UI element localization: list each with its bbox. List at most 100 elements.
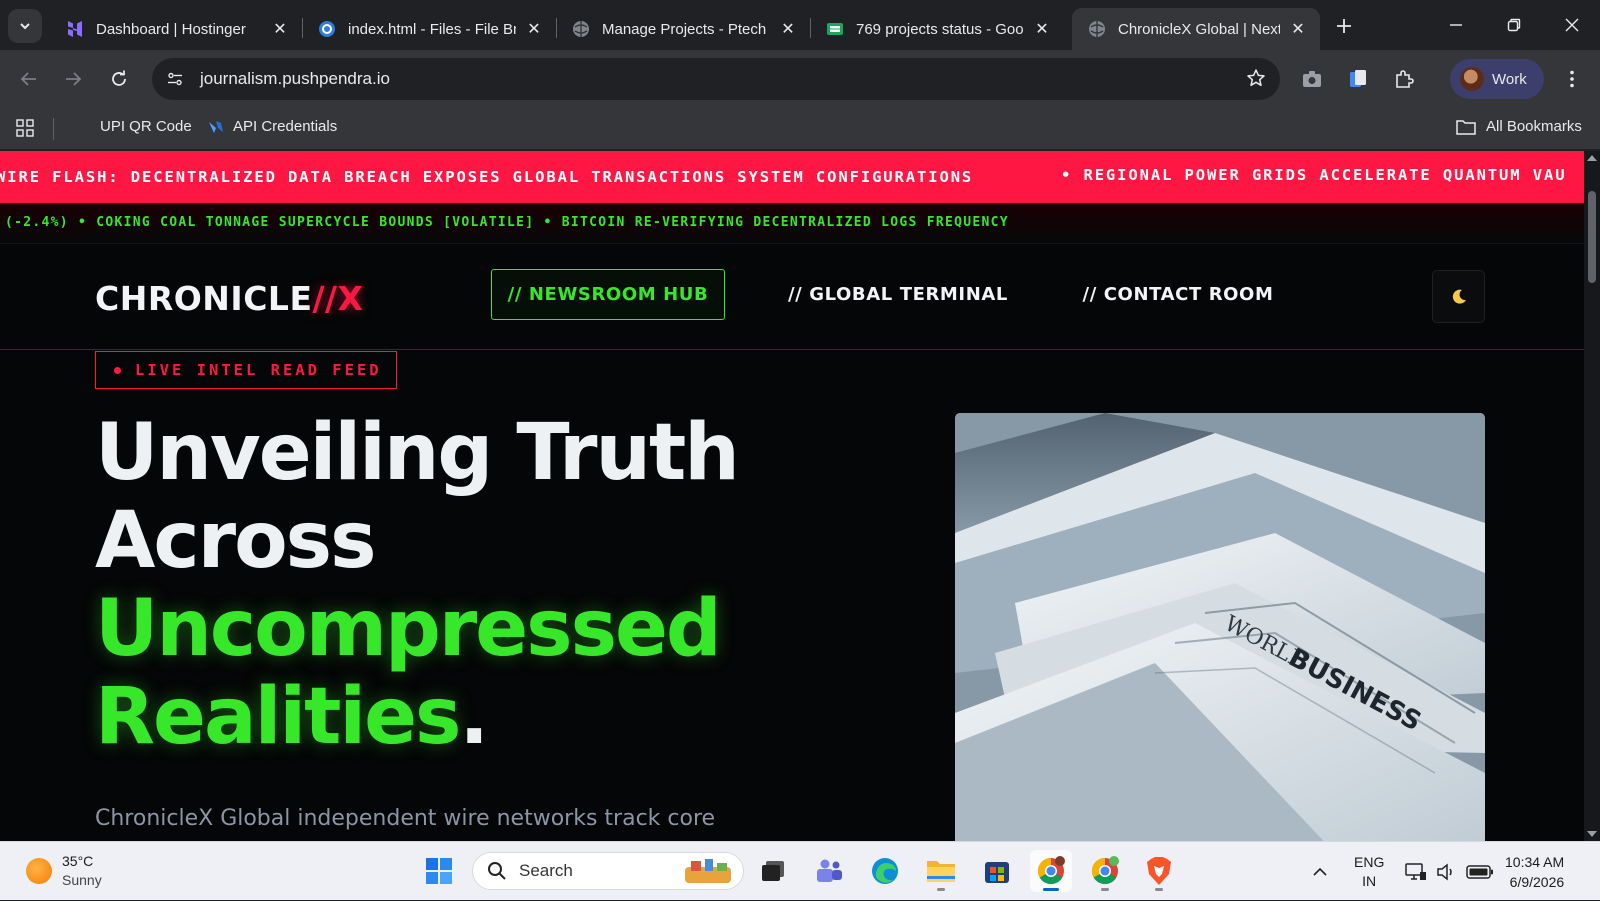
url-text[interactable]: journalism.pushpendra.io xyxy=(200,69,390,89)
clock-time: 10:34 AM xyxy=(1505,854,1565,870)
minimize-icon xyxy=(1450,24,1462,26)
weather-condition: Sunny xyxy=(62,872,102,888)
tab-search-button[interactable] xyxy=(8,9,42,43)
screenshot-icon[interactable] xyxy=(1298,65,1326,93)
live-feed-badge: LIVE INTEL READ FEED xyxy=(95,351,397,389)
tab-manage-projects[interactable]: Manage Projects - Ptech ✕ xyxy=(556,8,811,50)
taskbar-search-input[interactable]: Search xyxy=(472,852,744,890)
close-icon[interactable]: ✕ xyxy=(270,19,290,39)
hero-headline: Unveiling Truth Across Uncompressed Real… xyxy=(95,408,740,762)
bookmark-upi-qr-code[interactable]: UPI QR Code xyxy=(100,118,192,135)
tab-file-browser[interactable]: index.html - Files - File Br ✕ xyxy=(302,8,557,50)
bookmarks-bar: UPI QR Code API Credentials All Bookmark… xyxy=(0,108,1600,150)
volume-icon[interactable] xyxy=(1436,842,1456,901)
nav-contact-room[interactable]: // CONTACT ROOM xyxy=(1076,269,1280,320)
chrome-icon xyxy=(1091,856,1119,885)
close-icon[interactable]: ✕ xyxy=(778,19,798,39)
breaking-news-ticker: WIRE FLASH: DECENTRALIZED DATA BREACH EX… xyxy=(0,151,1584,203)
search-icon xyxy=(488,862,506,880)
scroll-up-icon[interactable] xyxy=(1587,155,1597,161)
store-icon xyxy=(985,862,1009,883)
hostinger-icon xyxy=(66,20,84,38)
task-view-icon xyxy=(762,861,784,881)
avatar xyxy=(1460,67,1484,91)
new-tab-button[interactable] xyxy=(1330,12,1358,40)
weather-widget[interactable]: 35°C Sunny xyxy=(26,852,102,890)
task-view-button[interactable] xyxy=(752,850,794,892)
plus-icon xyxy=(1337,19,1351,33)
bookmark-star-icon[interactable] xyxy=(1246,68,1266,93)
extensions-icon[interactable] xyxy=(1390,65,1418,93)
profile-button[interactable]: Work xyxy=(1450,59,1544,99)
brave-icon xyxy=(1147,857,1171,885)
menu-kebab-icon[interactable] xyxy=(1558,65,1586,93)
site-logo[interactable]: CHRONICLE//X xyxy=(95,279,364,318)
nav-global-terminal[interactable]: // GLOBAL TERMINAL xyxy=(780,269,1016,320)
reload-button[interactable] xyxy=(103,63,135,95)
nav-newsroom-hub[interactable]: // NEWSROOM HUB xyxy=(491,269,725,320)
folder-icon xyxy=(927,861,955,882)
network-icon[interactable] xyxy=(1405,842,1427,901)
market-ticker-text: (-2.4%) • COKING COAL TONNAGE SUPERCYCLE… xyxy=(5,215,1009,230)
globe-icon xyxy=(1088,20,1106,38)
system-clock[interactable]: 10:34 AM 6/9/2026 xyxy=(1505,852,1564,892)
file-explorer-app[interactable] xyxy=(920,850,962,892)
apps-grid-icon[interactable] xyxy=(16,119,34,137)
chrome-app-secondary[interactable] xyxy=(1084,850,1126,892)
address-bar[interactable]: journalism.pushpendra.io xyxy=(152,58,1280,100)
tab-chroniclex[interactable]: ChronicleX Global | Next- ✕ xyxy=(1072,8,1320,50)
weather-temp: 35°C xyxy=(62,853,94,869)
page-viewport: WIRE FLASH: DECENTRALIZED DATA BREACH EX… xyxy=(0,151,1584,841)
tab-hostinger[interactable]: Dashboard | Hostinger ✕ xyxy=(50,8,303,50)
profile-label: Work xyxy=(1492,70,1527,88)
sun-icon xyxy=(26,858,52,884)
extension-doc-icon[interactable] xyxy=(1344,65,1372,93)
language-indicator[interactable]: ENG IN xyxy=(1354,842,1384,901)
edge-icon xyxy=(872,858,898,884)
back-button[interactable] xyxy=(13,63,45,95)
close-window-button[interactable] xyxy=(1552,8,1592,42)
all-bookmarks-button[interactable]: All Bookmarks xyxy=(1456,118,1582,135)
live-dot-icon xyxy=(114,366,121,374)
globe-icon xyxy=(572,20,590,38)
scroll-down-icon[interactable] xyxy=(1587,831,1597,837)
start-button[interactable] xyxy=(418,850,460,892)
teams-icon xyxy=(817,859,842,882)
edge-app[interactable] xyxy=(864,850,906,892)
moon-icon xyxy=(1452,289,1466,304)
restore-button[interactable] xyxy=(1494,8,1534,42)
chrome-icon xyxy=(1037,856,1065,885)
minimize-button[interactable] xyxy=(1436,8,1476,42)
tab-title: Manage Projects - Ptech xyxy=(602,20,767,38)
folder-icon xyxy=(1456,119,1476,135)
tab-projects-status[interactable]: 769 projects status - Goo ✕ xyxy=(810,8,1064,50)
scrollbar-thumb[interactable] xyxy=(1588,191,1596,283)
hero-lead-text: ChronicleX Global independent wire netwo… xyxy=(95,806,716,831)
site-info-icon[interactable] xyxy=(160,64,190,94)
windows-icon xyxy=(426,858,452,884)
chevron-down-icon xyxy=(20,23,30,30)
arrow-right-icon xyxy=(66,72,82,86)
reload-icon xyxy=(112,70,126,86)
site-header: CHRONICLE//X // NEWSROOM HUB // GLOBAL T… xyxy=(0,244,1584,350)
show-hidden-icons-button[interactable] xyxy=(1312,842,1328,901)
forward-button[interactable] xyxy=(57,63,89,95)
ticker-item: • REGIONAL POWER GRIDS ACCELERATE QUANTU… xyxy=(1061,166,1567,184)
brave-app[interactable] xyxy=(1138,850,1180,892)
browser-toolbar: journalism.pushpendra.io Work xyxy=(0,50,1600,108)
close-icon[interactable]: ✕ xyxy=(1032,19,1052,39)
arrow-left-icon xyxy=(20,72,36,86)
battery-icon[interactable] xyxy=(1466,842,1494,901)
windows-taskbar: 35°C Sunny Search ENG IN 10:34 AM 6/9/20… xyxy=(0,841,1600,900)
teams-app[interactable] xyxy=(808,850,850,892)
page-scrollbar[interactable] xyxy=(1584,151,1600,841)
hero-newspaper-image: WORLD BUSINESS xyxy=(955,413,1485,841)
close-icon[interactable]: ✕ xyxy=(1288,19,1308,39)
close-icon[interactable]: ✕ xyxy=(524,19,544,39)
microsoft-store-app[interactable] xyxy=(976,850,1018,892)
bookmark-api-credentials[interactable]: API Credentials xyxy=(208,118,337,135)
search-placeholder: Search xyxy=(519,861,573,880)
tab-title: 769 projects status - Goo xyxy=(856,20,1024,38)
chrome-app-work[interactable] xyxy=(1030,850,1072,892)
theme-toggle-button[interactable] xyxy=(1432,270,1485,323)
